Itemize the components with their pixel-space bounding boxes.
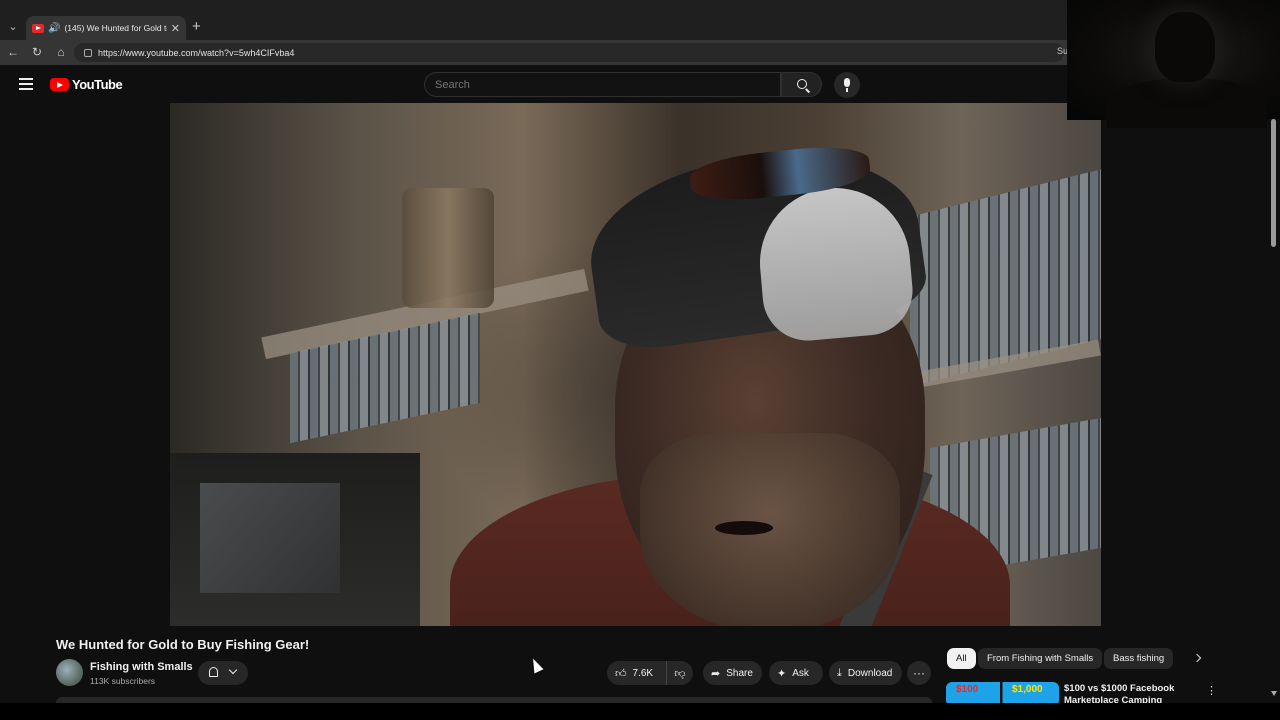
hamburger-menu-icon[interactable] xyxy=(19,78,33,90)
bell-icon xyxy=(209,667,218,677)
ask-label: Ask xyxy=(792,667,809,679)
home-icon[interactable]: ⌂ xyxy=(53,44,69,60)
ask-button[interactable]: ✦ Ask xyxy=(769,661,823,685)
address-bar[interactable]: https://www.youtube.com/watch?v=5wh4CIFv… xyxy=(74,43,1064,62)
search-box xyxy=(424,72,781,97)
microphone-icon xyxy=(844,78,850,87)
search-button[interactable] xyxy=(781,72,822,97)
share-button[interactable]: ➦ Share xyxy=(703,661,762,685)
back-icon[interactable]: ← xyxy=(5,44,21,60)
browser-tab[interactable]: 🔊 (145) We Hunted for Gold to ✕ xyxy=(26,16,186,40)
dislike-button[interactable]: 👎︎ xyxy=(667,667,693,680)
download-label: Download xyxy=(847,667,893,679)
chevron-right-icon[interactable] xyxy=(1192,653,1202,663)
mouse-cursor-icon xyxy=(528,656,544,674)
speaker-icon[interactable]: 🔊 xyxy=(48,23,60,34)
chip-bass-fishing[interactable]: Bass fishing xyxy=(1104,648,1174,669)
channel-avatar[interactable] xyxy=(56,659,83,686)
chevron-down-icon xyxy=(228,665,238,675)
tab-search-chevron-icon[interactable]: ⌄ xyxy=(4,18,22,36)
like-count: 7.6K xyxy=(632,667,654,679)
thumbs-down-icon: 👎︎ xyxy=(674,667,686,680)
youtube-wordmark: YouTube xyxy=(72,77,123,92)
share-arrow-icon: ➦ xyxy=(711,667,721,680)
chip-from-channel[interactable]: From Fishing with Smalls xyxy=(978,648,1103,669)
sparkle-icon: ✦ xyxy=(777,667,787,680)
page-scrollbar[interactable] xyxy=(1268,119,1280,701)
scrollbar-thumb[interactable] xyxy=(1271,119,1276,247)
video-title: We Hunted for Gold to Buy Fishing Gear! xyxy=(56,637,310,652)
youtube-logo[interactable]: YouTube xyxy=(50,77,123,92)
video-cabinet-glass xyxy=(200,483,340,593)
webcam-overlay xyxy=(1067,0,1280,128)
more-horizontal-icon: ··· xyxy=(913,666,925,680)
video-player[interactable] xyxy=(170,103,1101,626)
download-button[interactable]: ⤓ Download xyxy=(829,661,902,685)
new-tab-icon[interactable]: + xyxy=(192,18,201,36)
search-input[interactable] xyxy=(425,73,780,96)
subscriber-count: 113K subscribers xyxy=(90,676,156,686)
thumbnail-text-left: $100 xyxy=(956,684,979,695)
chip-all[interactable]: All xyxy=(947,648,976,669)
screen: ⌄ 🔊 (145) We Hunted for Gold to ✕ + ← ↻ … xyxy=(0,0,1280,720)
more-actions-button[interactable]: ··· xyxy=(907,661,931,685)
thumbnail-text-right: $1,000 xyxy=(1012,684,1043,695)
like-button[interactable]: 👍︎ 7.6K xyxy=(607,661,667,685)
webcam-shoulders xyxy=(1107,78,1267,128)
scroll-down-arrow-icon[interactable] xyxy=(1271,691,1277,696)
voice-search-button[interactable] xyxy=(834,72,860,98)
reload-icon[interactable]: ↻ xyxy=(29,44,45,60)
search-icon xyxy=(797,79,807,89)
download-icon: ⤓ xyxy=(837,666,842,679)
more-vertical-icon[interactable]: ⋮ xyxy=(1206,684,1217,697)
video-mouth xyxy=(715,521,773,535)
bottom-edge xyxy=(0,703,1280,720)
url-text: https://www.youtube.com/watch?v=5wh4CIFv… xyxy=(98,47,295,58)
youtube-favicon-icon xyxy=(32,23,44,33)
close-tab-icon[interactable]: ✕ xyxy=(171,22,180,35)
tab-title: (145) We Hunted for Gold to xyxy=(64,23,167,33)
like-dislike-group: 👍︎ 7.6K 👎︎ xyxy=(607,661,693,685)
video-jar xyxy=(402,188,494,308)
notification-bell-button[interactable] xyxy=(198,661,248,685)
site-info-icon[interactable] xyxy=(84,48,92,57)
youtube-play-logo-icon xyxy=(50,78,69,91)
webcam-head xyxy=(1155,12,1215,82)
thumbs-up-icon: 👍︎ xyxy=(615,667,627,680)
channel-name[interactable]: Fishing with Smalls xyxy=(90,661,193,673)
share-label: Share xyxy=(726,667,753,679)
